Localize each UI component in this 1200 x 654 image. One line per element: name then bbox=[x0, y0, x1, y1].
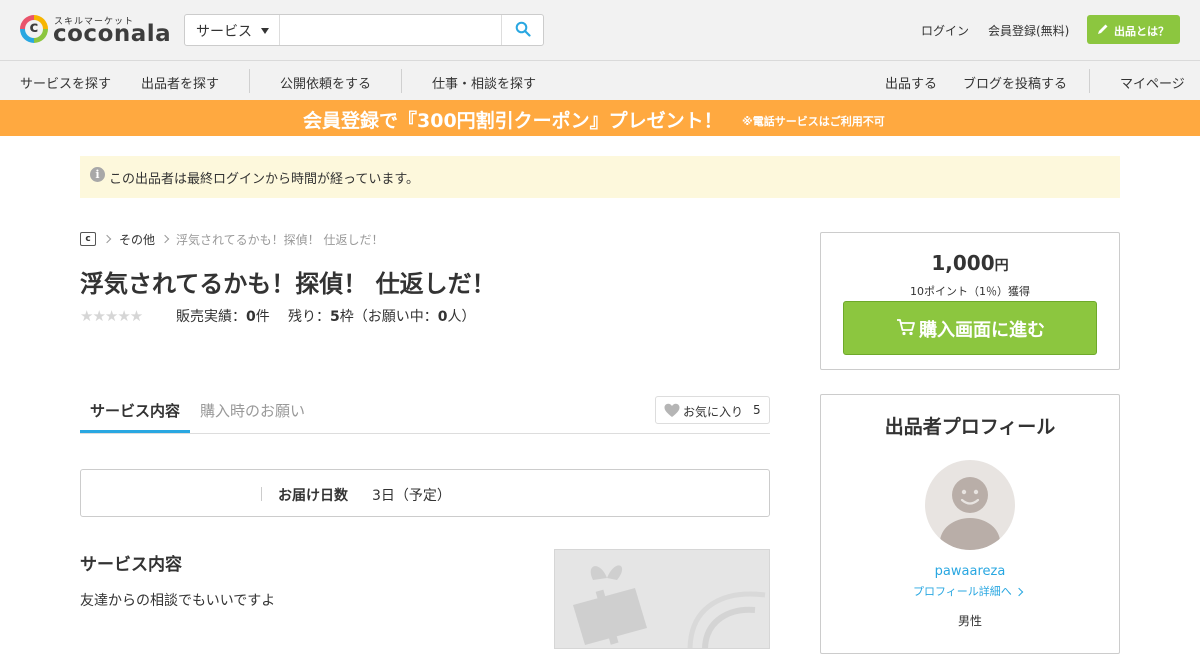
pencil-icon bbox=[1098, 24, 1108, 34]
favorite-count: 5 bbox=[753, 403, 761, 417]
sales-record: 販売実績：0件 bbox=[176, 306, 270, 326]
nav-post-blog[interactable]: ブログを投稿する bbox=[963, 73, 1067, 92]
heart-icon bbox=[664, 403, 680, 417]
delivery-value: 3日（予定） bbox=[372, 488, 451, 504]
delivery-label: お届け日数 bbox=[278, 488, 348, 504]
search-icon bbox=[515, 21, 531, 37]
banner-text: 会員登録で『300円割引クーポン』プレゼント！ bbox=[303, 110, 723, 132]
remaining-label: 残り： bbox=[288, 309, 330, 325]
chevron-right-icon bbox=[160, 234, 170, 244]
remaining-slots: 残り：5枠（お願い中：0人） bbox=[288, 306, 476, 326]
requesting-count: 0 bbox=[437, 309, 448, 325]
service-thumbnail[interactable] bbox=[554, 549, 770, 649]
default-avatar-icon bbox=[940, 477, 1000, 550]
seller-gender: 男性 bbox=[957, 614, 982, 628]
sales-count: 0 bbox=[246, 309, 256, 325]
seller-username[interactable]: pawaareza bbox=[821, 564, 1119, 579]
price-value: 1,000 bbox=[931, 251, 995, 275]
purchase-box: 1,000円 10ポイント（1％）獲得 購入画面に進む bbox=[820, 232, 1120, 370]
caret-down-icon bbox=[261, 28, 269, 34]
cart-icon bbox=[897, 319, 915, 336]
delivery-divider bbox=[261, 487, 262, 501]
seller-profile-card: 出品者プロフィール pawaareza プロフィール詳細へ 男性 bbox=[820, 394, 1120, 654]
nav-divider bbox=[249, 69, 250, 93]
about-selling-button[interactable]: 出品とは？ bbox=[1087, 15, 1180, 44]
register-link[interactable]: 会員登録(無料) bbox=[988, 22, 1069, 39]
inactive-seller-notice: i この出品者は最終ログインから時間が経っています。 bbox=[80, 156, 1120, 198]
breadcrumb-current: 浮気されてるかも！探偵！ 仕返しだ！ bbox=[176, 233, 384, 247]
search-bar: サービス bbox=[184, 14, 544, 46]
nav-find-services[interactable]: サービスを探す bbox=[20, 73, 111, 92]
service-description: 友達からの相談でもいいですよ bbox=[80, 593, 276, 609]
buy-button-label: 購入画面に進む bbox=[919, 320, 1045, 341]
site-header: c スキルマーケット coconala サービス ログイン 会員登録(無料) 出… bbox=[0, 0, 1200, 60]
points-earned: 10ポイント（1％）獲得 bbox=[910, 285, 1030, 298]
nav-mypage[interactable]: マイページ bbox=[1120, 73, 1185, 92]
service-price: 1,000円 bbox=[821, 251, 1119, 275]
profile-detail-link[interactable]: プロフィール詳細へ bbox=[913, 583, 1012, 599]
main-nav: サービスを探す 出品者を探す 公開依頼をする 仕事・相談を探す 出品する ブログ… bbox=[0, 60, 1200, 100]
coconala-logo[interactable]: c スキルマーケット coconala bbox=[20, 12, 171, 48]
nav-post-request[interactable]: 公開依頼をする bbox=[280, 73, 371, 92]
favorite-button[interactable]: お気に入り 5 bbox=[655, 396, 770, 424]
requesting-unit: 人） bbox=[447, 309, 476, 325]
rating-stars: ★★★★★ bbox=[80, 307, 143, 325]
nav-find-jobs[interactable]: 仕事・相談を探す bbox=[432, 73, 536, 92]
seller-avatar[interactable] bbox=[925, 460, 1015, 550]
sales-unit: 件 bbox=[255, 309, 270, 325]
search-category-select[interactable]: サービス bbox=[185, 15, 280, 45]
search-category-label: サービス bbox=[196, 24, 252, 40]
coupon-banner[interactable]: 会員登録で『300円割引クーポン』プレゼント！ ※電話サービスはご利用不可 bbox=[0, 100, 1200, 136]
proceed-to-purchase-button[interactable]: 購入画面に進む bbox=[843, 301, 1097, 355]
tab-service-content[interactable]: サービス内容 bbox=[90, 400, 180, 421]
logo-mark-icon: c bbox=[20, 15, 48, 43]
service-content-heading: サービス内容 bbox=[80, 555, 182, 575]
info-icon: i bbox=[90, 167, 105, 182]
nav-sell[interactable]: 出品する bbox=[885, 73, 937, 92]
price-currency: 円 bbox=[994, 258, 1009, 274]
gift-placeholder-icon bbox=[573, 565, 766, 648]
profile-heading: 出品者プロフィール bbox=[884, 416, 1056, 438]
service-title: 浮気されてるかも！探偵！ 仕返しだ！ bbox=[80, 270, 496, 298]
nav-divider bbox=[401, 69, 402, 93]
chevron-right-icon bbox=[102, 234, 112, 244]
search-input[interactable] bbox=[281, 16, 499, 44]
remaining-count: 5 bbox=[330, 309, 340, 325]
tab-purchase-requests[interactable]: 購入時のお願い bbox=[200, 400, 305, 421]
sales-label: 販売実績： bbox=[176, 309, 246, 325]
favorite-label: お気に入り bbox=[683, 405, 744, 419]
about-selling-label: 出品とは？ bbox=[1114, 25, 1169, 38]
search-button[interactable] bbox=[501, 15, 543, 45]
tab-divider bbox=[80, 433, 770, 434]
banner-note: ※電話サービスはご利用不可 bbox=[742, 115, 885, 128]
delivery-info-box: お届け日数 3日（予定） bbox=[80, 469, 770, 517]
notice-text: この出品者は最終ログインから時間が経っています。 bbox=[109, 172, 420, 187]
chevron-right-icon bbox=[1014, 587, 1024, 597]
remaining-unit: 枠（お願い中： bbox=[339, 309, 438, 325]
nav-find-sellers[interactable]: 出品者を探す bbox=[141, 73, 219, 92]
login-link[interactable]: ログイン bbox=[921, 22, 969, 39]
logo-mark-letter: c bbox=[29, 18, 39, 36]
breadcrumb-category[interactable]: その他 bbox=[119, 231, 155, 248]
nav-divider bbox=[1089, 69, 1090, 93]
logo-text: coconala bbox=[53, 21, 172, 47]
breadcrumb-home-icon[interactable]: c bbox=[80, 232, 96, 246]
